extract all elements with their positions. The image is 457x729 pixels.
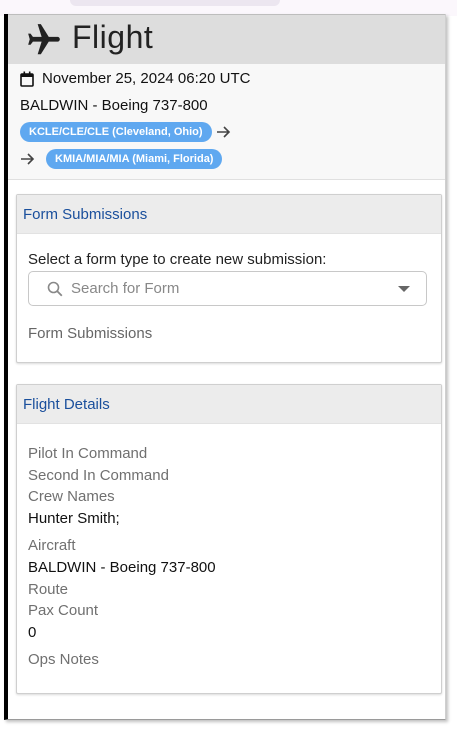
second-in-command-label: Second In Command [28, 467, 169, 484]
form-submissions-list-label: Form Submissions [28, 325, 153, 342]
page-title: Flight [72, 19, 154, 55]
form-submissions-header[interactable]: Form Submissions [17, 195, 441, 234]
top-handle [70, 0, 280, 6]
form-search-select[interactable]: Search for Form [28, 271, 427, 306]
flight-details-card: Flight Details Pilot In Command Second I… [16, 384, 442, 694]
date-row: November 25, 2024 06:20 UTC [20, 70, 250, 87]
crew-names-label: Crew Names [28, 488, 115, 505]
aircraft-label: Aircraft [28, 537, 76, 554]
form-type-prompt: Select a form type to create new submiss… [28, 251, 327, 268]
arrow-right-icon [21, 153, 35, 165]
crew-names-value: Hunter Smith; [28, 510, 120, 527]
page-header: Flight [8, 14, 445, 65]
calendar-icon [20, 71, 34, 87]
ops-notes-label: Ops Notes [28, 651, 99, 668]
search-icon [47, 281, 63, 297]
form-search-placeholder: Search for Form [71, 280, 180, 297]
flight-datetime: November 25, 2024 06:20 UTC [42, 70, 251, 87]
aircraft-value: BALDWIN - Boeing 737-800 [28, 559, 216, 576]
route-label: Route [28, 581, 69, 598]
route-origin-row: KCLE/CLE/CLE (Cleveland, Ohio) [20, 122, 232, 142]
origin-airport-chip[interactable]: KCLE/CLE/CLE (Cleveland, Ohio) [20, 122, 212, 142]
aircraft-summary: BALDWIN - Boeing 737-800 [20, 97, 208, 114]
route-destination-row: KMIA/MIA/MIA (Miami, Florida) [20, 149, 223, 169]
pax-count-value: 0 [28, 624, 37, 641]
chevron-down-icon[interactable] [398, 286, 410, 292]
flight-details-header[interactable]: Flight Details [17, 385, 441, 424]
pax-count-label: Pax Count [28, 602, 99, 619]
form-submissions-card: Form Submissions Select a form type to c… [16, 194, 442, 363]
app-frame: Flight November 25, 2024 06:20 UTC BALDW… [4, 14, 446, 720]
destination-airport-chip[interactable]: KMIA/MIA/MIA (Miami, Florida) [46, 149, 223, 169]
flight-details-title: Flight Details [23, 396, 110, 413]
airplane-icon [28, 24, 60, 55]
form-submissions-title: Form Submissions [23, 206, 148, 223]
pilot-in-command-label: Pilot In Command [28, 445, 148, 462]
arrow-right-icon [216, 126, 230, 138]
flight-summary: November 25, 2024 06:20 UTC BALDWIN - Bo… [8, 64, 445, 180]
